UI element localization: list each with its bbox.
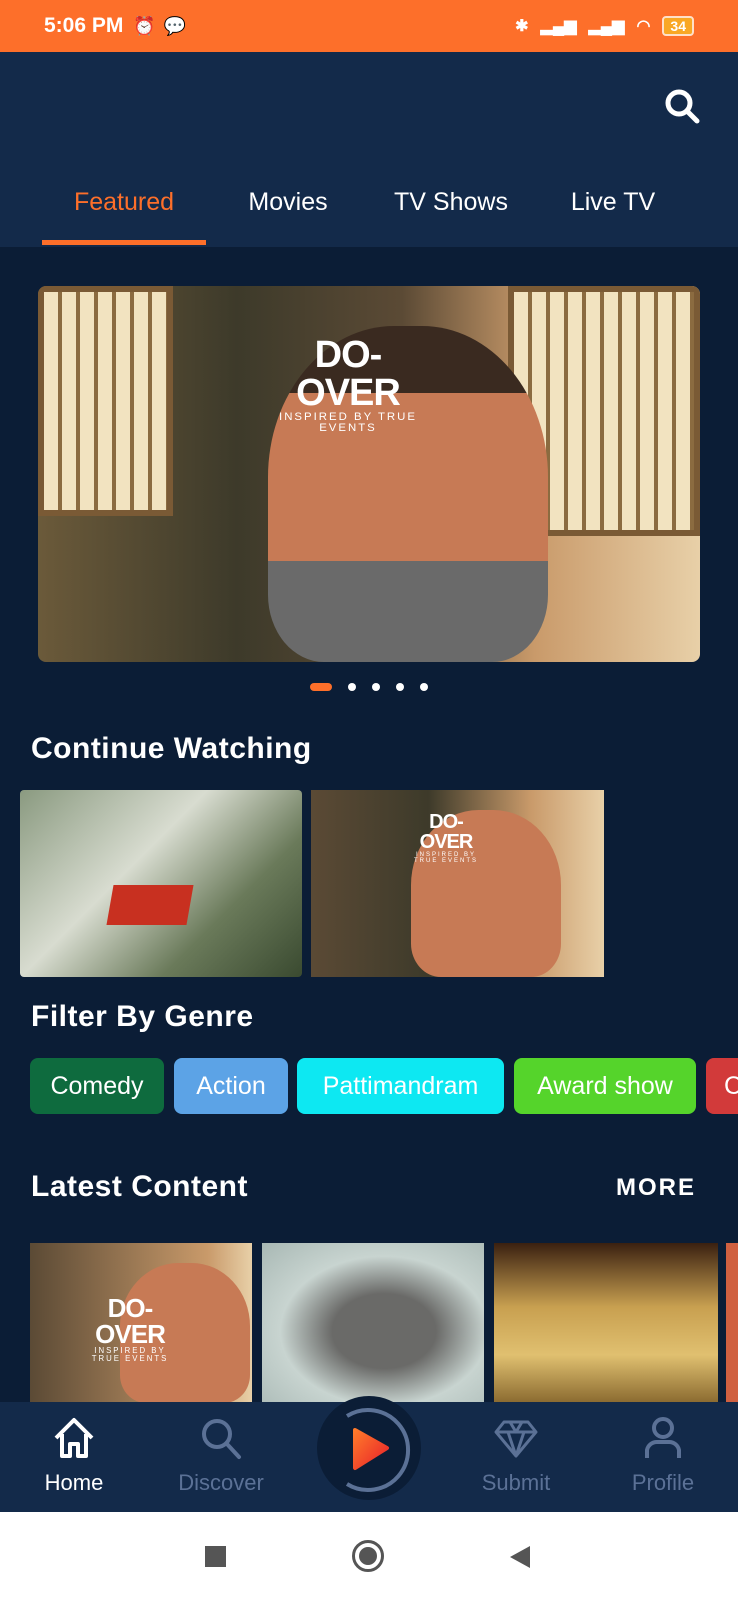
- recents-icon[interactable]: [205, 1546, 226, 1567]
- latest-content-card[interactable]: DO-OVER INSPIRED BY TRUE EVENTS: [30, 1243, 252, 1403]
- featured-banner[interactable]: DO-OVER INSPIRED BY TRUE EVENTS: [38, 286, 700, 662]
- latest-content-title: Latest Content: [31, 1170, 248, 1203]
- tab-featured[interactable]: Featured: [42, 188, 206, 217]
- tab-live-tv[interactable]: Live TV: [548, 188, 678, 217]
- continue-watching-card[interactable]: [20, 790, 302, 977]
- carousel-dot-active[interactable]: [310, 683, 332, 691]
- header: Featured Movies TV Shows Live TV: [0, 52, 738, 247]
- more-link[interactable]: MORE: [616, 1174, 696, 1202]
- play-icon: [345, 1408, 410, 1492]
- genre-chip-comedy[interactable]: Comedy: [30, 1058, 164, 1114]
- genre-chip-pattimandram[interactable]: Pattimandram: [297, 1058, 504, 1114]
- signal-icon-2: ▂▄▆: [588, 18, 625, 35]
- genre-chip-more[interactable]: C: [706, 1058, 738, 1114]
- home-system-icon[interactable]: [352, 1540, 384, 1572]
- latest-content-card[interactable]: [726, 1243, 738, 1403]
- latest-content-card[interactable]: [494, 1243, 718, 1403]
- diamond-icon: [494, 1420, 538, 1458]
- system-nav-bar: [0, 1512, 738, 1600]
- search-icon: [202, 1419, 241, 1459]
- carousel-dot[interactable]: [396, 683, 404, 691]
- nav-home-label: Home: [44, 1470, 104, 1495]
- nav-submit-label: Submit: [481, 1470, 551, 1495]
- message-icon: 💬: [163, 15, 187, 36]
- bottom-nav: Home Discover Submit Profile: [0, 1396, 738, 1512]
- continue-watching-card[interactable]: DO-OVER INSPIRED BY TRUE EVENTS: [311, 790, 604, 977]
- carousel-dot[interactable]: [372, 683, 380, 691]
- home-icon: [54, 1418, 94, 1458]
- alarm-icon: ⏰: [133, 15, 156, 36]
- carousel-dot[interactable]: [348, 683, 356, 691]
- wifi-icon: ◠: [636, 18, 651, 35]
- battery-icon: 34: [662, 16, 694, 36]
- poster-title: DO-OVER INSPIRED BY TRUE EVENTS: [413, 811, 478, 864]
- tab-tv-shows[interactable]: TV Shows: [380, 188, 522, 217]
- nav-home[interactable]: Home: [14, 1414, 134, 1496]
- genre-chip-award-show[interactable]: Award show: [514, 1058, 696, 1114]
- genre-chip-action[interactable]: Action: [174, 1058, 288, 1114]
- tab-movies[interactable]: Movies: [218, 188, 358, 217]
- user-icon: [645, 1417, 681, 1458]
- continue-watching-title: Continue Watching: [31, 732, 312, 765]
- status-time: 5:06 PM: [44, 14, 124, 37]
- latest-content-card[interactable]: [262, 1243, 484, 1403]
- search-icon[interactable]: [662, 86, 702, 126]
- poster-title: DO-OVER INSPIRED BY TRUE EVENTS: [279, 334, 417, 435]
- play-button[interactable]: [317, 1396, 421, 1500]
- nav-profile-label: Profile: [631, 1470, 695, 1495]
- filter-genre-title: Filter By Genre: [31, 1000, 254, 1033]
- signal-icon: ▂▄▆: [540, 18, 577, 35]
- nav-submit[interactable]: Submit: [456, 1414, 576, 1496]
- nav-discover-label: Discover: [178, 1470, 264, 1495]
- carousel-dot[interactable]: [420, 683, 428, 691]
- back-icon[interactable]: [508, 1544, 532, 1570]
- nav-discover[interactable]: Discover: [161, 1414, 281, 1496]
- nav-profile[interactable]: Profile: [603, 1414, 723, 1496]
- bluetooth-icon: ✱: [515, 18, 529, 35]
- tab-indicator: [42, 240, 206, 245]
- poster-title: DO-OVER INSPIRED BY TRUE EVENTS: [91, 1293, 169, 1363]
- status-bar: 5:06 PM ⏰ 💬 ✱ ▂▄▆ ▂▄▆ ◠ 34: [0, 0, 738, 52]
